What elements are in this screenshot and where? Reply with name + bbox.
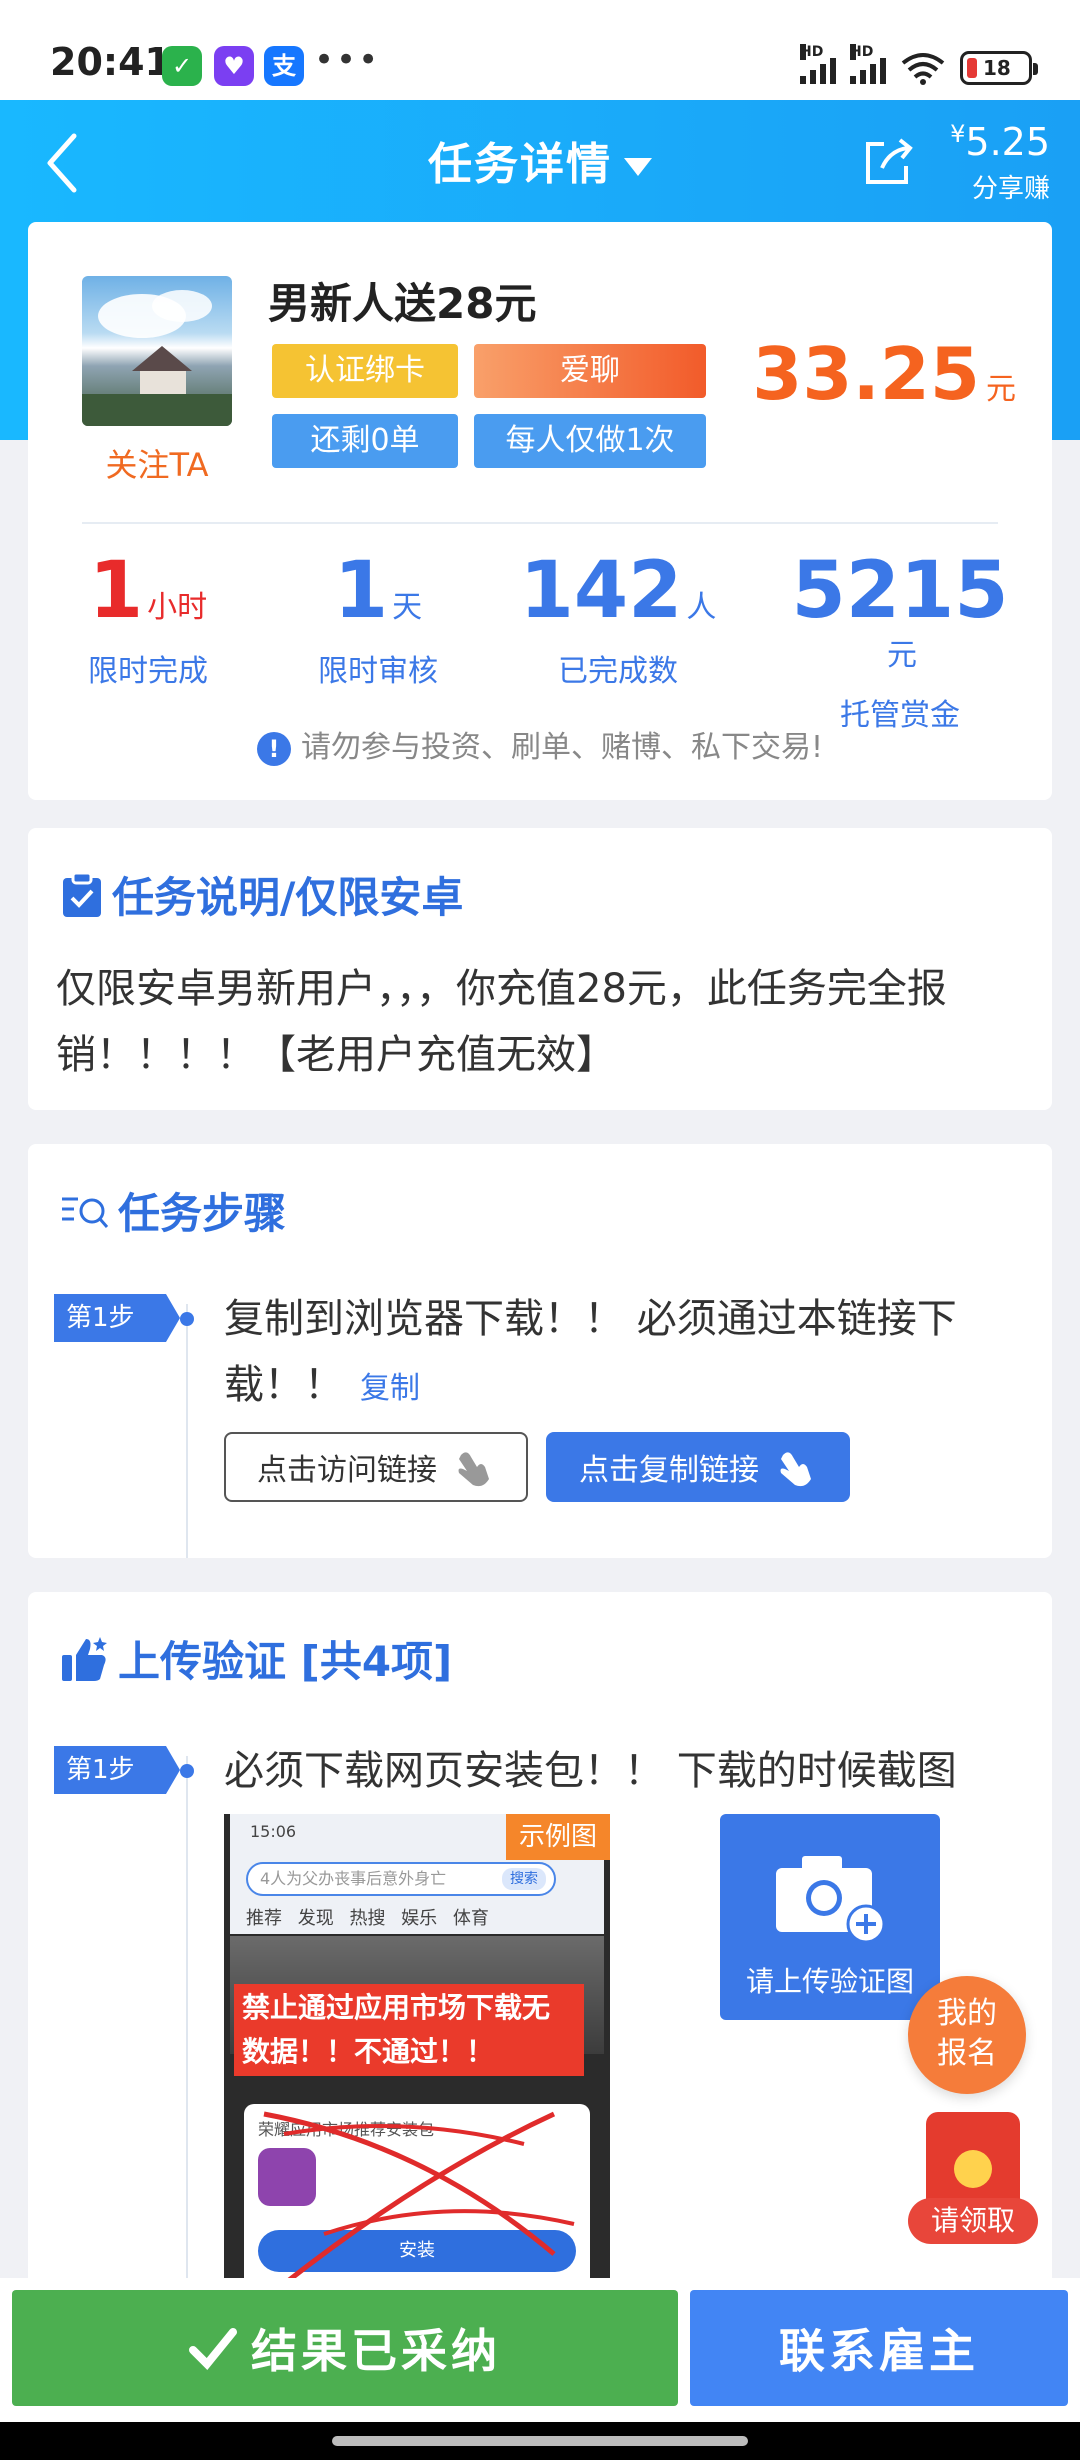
tag-remaining: 还剩0单 [272, 414, 458, 468]
copy-link[interactable]: 复制 [360, 1371, 420, 1406]
alipay-icon: 支 [264, 46, 304, 86]
camera-add-icon [776, 1856, 886, 1944]
task-summary-card: 关注TA 男新人送28元 认证绑卡 爱聊 还剩0单 每人仅做1次 33.25 元 … [28, 222, 1052, 800]
tap-hand-icon [780, 1452, 811, 1487]
result-adopted-button[interactable]: 结果已采纳 [12, 2290, 678, 2406]
upload-title: 上传验证 [共4项] [60, 1628, 452, 1689]
thumbs-up-icon [62, 1636, 107, 1681]
red-packet-label: 请领取 [908, 2198, 1038, 2244]
system-nav-bar [0, 2422, 1080, 2460]
cross-out-mark [263, 2111, 575, 2286]
description-text: 仅限安卓男新用户，，，你充值28元，此任务完全报销！！！！【老用户充值无效】 [56, 966, 947, 1078]
system-icons: HD HD 18 [800, 44, 1038, 88]
timeline-dot [180, 1312, 194, 1326]
avatar[interactable] [82, 276, 232, 426]
search-list-icon [62, 1197, 109, 1228]
tag-app-name: 爱聊 [474, 344, 706, 398]
task-steps-card: 任务步骤 第1步 复制到浏览器下载！！ 必须通过本链接下载！！ 复制 点击访问链接… [28, 1144, 1052, 1558]
step-instruction: 复制到浏览器下载！！ 必须通过本链接下载！！ 复制 [224, 1296, 957, 1408]
upload-verification-card: 上传验证 [共4项] 第1步 必须下载网页安装包！！ 下载的时候截图 15:06… [28, 1592, 1052, 2292]
bottom-action-bar: 结果已采纳 联系雇主 [0, 2278, 1080, 2422]
description-title: 任务说明/仅限安卓 [60, 864, 463, 925]
my-signup-button[interactable]: 我的 报名 [908, 1976, 1026, 2094]
chevron-down-icon [624, 158, 652, 176]
info-icon: ! [256, 731, 291, 766]
share-amount: ¥5.25 [950, 120, 1050, 164]
reward-price: 33.25 元 [752, 332, 1016, 416]
red-packet-button[interactable]: 请领取 [908, 2112, 1038, 2258]
tag-verify-card: 认证绑卡 [272, 344, 458, 398]
stat-review-limit: 1天 限时审核 [318, 546, 438, 689]
coin-icon [954, 2150, 992, 2188]
status-bar: 20:41 ✓ ♥ 支 ••• HD HD 18 [0, 0, 1080, 100]
task-title: 男新人送28元 [268, 279, 537, 328]
cat-app-icon: ♥ [214, 46, 254, 86]
follow-button[interactable]: 关注TA [82, 440, 232, 486]
tag-limit-once: 每人仅做1次 [474, 414, 706, 468]
contact-employer-button[interactable]: 联系雇主 [690, 2290, 1068, 2406]
share-label: 分享赚 [971, 174, 1050, 204]
visit-link-button[interactable]: 点击访问链接 [224, 1432, 528, 1502]
share-earn-button[interactable]: ¥5.25 分享赚 [860, 120, 1050, 204]
wifi-icon [901, 53, 945, 85]
clipboard-check-icon [63, 871, 101, 917]
example-badge: 示例图 [506, 1814, 610, 1860]
signal-1-icon: HD [800, 44, 836, 84]
steps-title: 任务步骤 [60, 1180, 286, 1241]
divider [82, 522, 998, 524]
copy-link-button[interactable]: 点击复制链接 [546, 1432, 850, 1502]
stat-time-limit: 1 小时 限时完成 [88, 546, 208, 689]
upload-image-button[interactable]: 请上传验证图 [720, 1814, 940, 2020]
timeline-line [186, 1756, 188, 2292]
example-screenshot[interactable]: 15:06 4人为父办丧事后意外身亡 搜索 推荐 发现 热搜 娱乐 体育 禁止通… [224, 1814, 610, 2292]
wechat-icon: ✓ [162, 46, 202, 86]
upload-label: 请上传验证图 [745, 1965, 914, 1998]
timeline-line [186, 1304, 188, 1558]
step-badge: 第1步 [54, 1746, 180, 1794]
stat-completed: 142 人 已完成数 [519, 546, 717, 689]
warning-notice: ! 请勿参与投资、刷单、赌博、私下交易! [28, 722, 1052, 766]
timeline-dot [180, 1764, 194, 1778]
more-notifications-icon: ••• [314, 40, 381, 80]
signal-2-icon: HD [850, 44, 886, 84]
tap-hand-icon [458, 1452, 489, 1487]
share-icon [866, 138, 913, 184]
home-gesture-bar[interactable] [332, 2436, 748, 2446]
checkmark-icon [189, 2328, 237, 2370]
upload-instruction: 必须下载网页安装包！！ 下载的时候截图 [224, 1748, 957, 1794]
battery-icon: 18 [960, 51, 1038, 85]
step-badge: 第1步 [54, 1294, 180, 1342]
clock: 20:41 [50, 40, 171, 84]
stat-escrow: 5215元 托管赏金 [791, 546, 1009, 733]
task-description-card: 任务说明/仅限安卓 仅限安卓男新用户，，，你充值28元，此任务完全报销！！！！【… [28, 828, 1052, 1110]
